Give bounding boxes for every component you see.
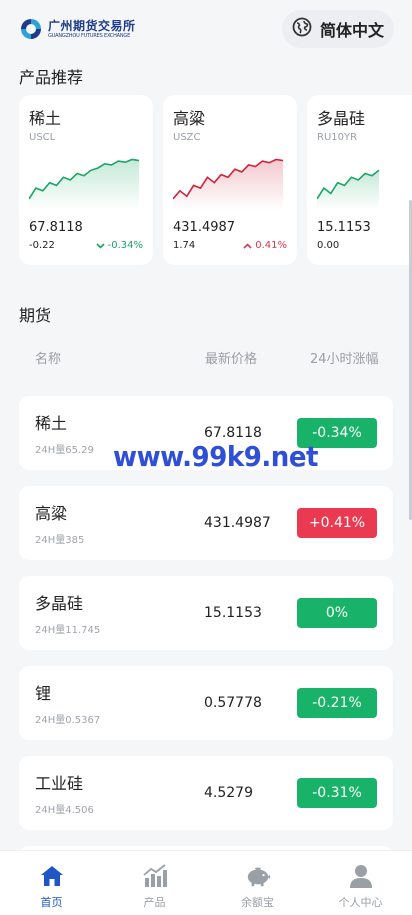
chart-icon bbox=[142, 863, 168, 889]
row-price: 15.1153 bbox=[204, 605, 262, 621]
card-change: 1.74 bbox=[173, 240, 196, 251]
recommend-cards: 稀土 USCL 67.8118 -0.22 -0.34% 高粱 USZC 431… bbox=[19, 95, 412, 265]
row-volume: 24H量65.29 bbox=[35, 445, 94, 456]
piggy-bank-icon bbox=[245, 863, 271, 889]
column-header-name: 名称 bbox=[35, 352, 62, 367]
globe-icon bbox=[292, 17, 312, 41]
row-volume: 24H量0.5367 bbox=[35, 715, 101, 726]
nav-item-home[interactable]: 首页 bbox=[0, 851, 103, 915]
futures-row[interactable]: 锂 24H量0.5367 0.57778 -0.21% bbox=[19, 666, 393, 740]
watermark-text: www.99k9.net bbox=[113, 440, 319, 473]
row-volume: 24H量4.506 bbox=[35, 805, 94, 816]
futures-row[interactable]: 高粱 24H量385 431.4987 +0.41% bbox=[19, 486, 393, 560]
product-card[interactable]: 高粱 USZC 431.4987 1.74 0.41% bbox=[163, 95, 297, 265]
row-price: 4.5279 bbox=[204, 785, 253, 801]
logo-subtitle: GUANGZHOU FUTURES EXCHANGE bbox=[48, 32, 131, 39]
row-price: 431.4987 bbox=[204, 515, 271, 531]
card-percent-value: 0.41% bbox=[255, 240, 287, 251]
home-icon bbox=[39, 863, 65, 889]
change-badge: -0.21% bbox=[297, 688, 377, 718]
row-name: 高粱 bbox=[35, 504, 68, 523]
change-badge: +0.41% bbox=[297, 508, 377, 538]
row-volume: 24H量385 bbox=[35, 535, 85, 546]
row-name: 稀土 bbox=[35, 414, 68, 433]
card-percent-value: -0.34% bbox=[107, 240, 143, 251]
card-price: 431.4987 bbox=[173, 220, 236, 235]
card-name: 稀土 bbox=[29, 109, 62, 128]
row-name: 多晶硅 bbox=[35, 594, 84, 613]
chevron-down-icon bbox=[96, 242, 105, 249]
row-price: 0.57778 bbox=[204, 695, 262, 711]
nav-item-profile[interactable]: 个人中心 bbox=[309, 851, 412, 915]
recommend-section-title: 产品推荐 bbox=[19, 68, 84, 87]
nav-label: 产品 bbox=[143, 896, 166, 909]
change-badge: 0% bbox=[297, 598, 377, 628]
row-name: 锂 bbox=[35, 684, 52, 703]
chevron-up-icon bbox=[243, 242, 252, 249]
sparkline-area bbox=[173, 159, 283, 210]
column-header-price: 最新价格 bbox=[205, 352, 258, 367]
card-sparkline bbox=[317, 169, 380, 210]
card-name: 高粱 bbox=[173, 109, 206, 128]
nav-item-balance[interactable]: 余额宝 bbox=[206, 851, 309, 915]
card-code: USZC bbox=[173, 132, 201, 143]
card-code: RU10YR bbox=[317, 132, 358, 143]
header: 广州期货交易所 GUANGZHOU FUTURES EXCHANGE 简体中文 bbox=[0, 0, 412, 58]
change-badge: -0.31% bbox=[297, 778, 377, 808]
card-price: 15.1153 bbox=[317, 220, 371, 235]
language-label: 简体中文 bbox=[319, 21, 384, 40]
card-percent: -0.34% bbox=[96, 240, 143, 251]
row-volume: 24H量11.745 bbox=[35, 625, 101, 636]
language-switch-button[interactable]: 简体中文 bbox=[281, 10, 394, 48]
bottom-nav: 首页 产品 余额宝 个人中心 bbox=[0, 850, 412, 915]
card-name: 多晶硅 bbox=[317, 109, 366, 128]
futures-row[interactable]: 工业硅 24H量4.506 4.5279 -0.31% bbox=[19, 756, 393, 830]
product-card[interactable]: 多晶硅 RU10YR 15.1153 0.00 bbox=[307, 95, 412, 265]
nav-item-products[interactable]: 产品 bbox=[103, 851, 206, 915]
user-icon bbox=[348, 863, 374, 889]
logo-mark-icon bbox=[18, 16, 44, 42]
column-header-change: 24小时涨幅 bbox=[310, 352, 379, 367]
futures-table-header: 名称 最新价格 24小时涨幅 bbox=[0, 348, 412, 368]
nav-label: 余额宝 bbox=[241, 896, 274, 909]
product-card[interactable]: 稀土 USCL 67.8118 -0.22 -0.34% bbox=[19, 95, 153, 265]
exchange-logo[interactable]: 广州期货交易所 GUANGZHOU FUTURES EXCHANGE bbox=[18, 16, 136, 42]
card-code: USCL bbox=[29, 132, 56, 143]
row-price: 67.8118 bbox=[204, 425, 262, 441]
card-change: -0.22 bbox=[29, 240, 55, 251]
card-sparkline bbox=[173, 158, 283, 210]
futures-row[interactable]: 多晶硅 24H量11.745 15.1153 0% bbox=[19, 576, 393, 650]
card-percent: 0.41% bbox=[243, 240, 287, 251]
card-sparkline bbox=[29, 158, 139, 210]
logo-title: 广州期货交易所 bbox=[48, 18, 136, 33]
card-price: 67.8118 bbox=[29, 220, 83, 235]
nav-label: 首页 bbox=[40, 896, 63, 909]
sparkline-area bbox=[29, 159, 139, 210]
card-change: 0.00 bbox=[317, 240, 340, 251]
row-name: 工业硅 bbox=[35, 774, 84, 793]
nav-label: 个人中心 bbox=[338, 896, 383, 909]
futures-section-title: 期货 bbox=[19, 306, 52, 325]
